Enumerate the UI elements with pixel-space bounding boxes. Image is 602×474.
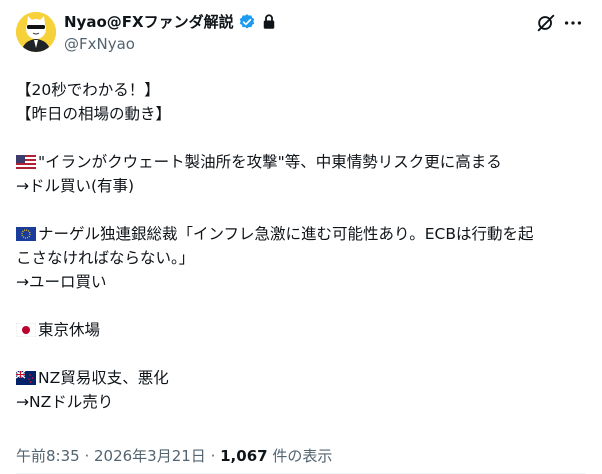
post-date[interactable]: 2026年3月21日 — [94, 447, 206, 465]
lock-icon — [260, 13, 278, 31]
text-line: →ドル買い(有事) — [16, 177, 135, 195]
author-display-name[interactable]: Nyao@FXファンダ解説 — [64, 12, 234, 32]
nz-flag-icon — [16, 371, 36, 385]
us-flag-icon — [16, 155, 36, 169]
post-text: 【20秒でわかる！】 【昨日の相場の動き】 "イランがクウェート製油所を攻撃"等… — [16, 78, 576, 414]
text-line: ナーゲル独連銀総裁「インフレ急激に進む可能性あり。ECBは行動を起 — [16, 222, 576, 246]
nz-headline: NZ貿易収支、悪化 — [38, 369, 169, 387]
post-meta: 午前8:35 · 2026年3月21日 · 1,067 件の表示 — [16, 446, 332, 466]
text-line: →NZドル売り — [16, 393, 114, 411]
us-headline: "イランがクウェート製油所を攻撃"等、中東情勢リスク更に高まる — [38, 153, 502, 171]
eu-flag-icon — [16, 227, 36, 241]
text-line: →ユーロ買い — [16, 273, 107, 291]
author-handle[interactable]: @FxNyao — [64, 34, 135, 54]
views-count[interactable]: 1,067 — [220, 447, 267, 465]
text-line: NZ貿易収支、悪化 — [16, 366, 576, 390]
post-time[interactable]: 午前8:35 — [16, 447, 80, 465]
views-label: 件の表示 — [267, 447, 333, 465]
text-line: 【20秒でわかる！】 — [16, 81, 160, 99]
author-row: Nyao@FXファンダ解説 — [64, 12, 278, 32]
text-line: "イランがクウェート製油所を攻撃"等、中東情勢リスク更に高まる — [16, 150, 576, 174]
jp-headline: 東京休場 — [38, 321, 101, 339]
jp-flag-icon — [16, 323, 36, 337]
text-line: 【昨日の相場の動き】 — [16, 105, 172, 123]
meta-separator: · — [205, 447, 221, 465]
verified-badge-icon[interactable] — [238, 13, 256, 31]
grok-icon[interactable] — [535, 12, 557, 34]
eu-headline: ナーゲル独連銀総裁「インフレ急激に進む可能性あり。ECBは行動を起 — [38, 225, 534, 243]
text-line: 東京休場 — [16, 318, 576, 342]
post: Nyao@FXファンダ解説 @FxNyao 【20秒でわかる！】 【昨日の相場の… — [0, 0, 602, 474]
meta-separator: · — [79, 447, 94, 465]
text-line: こさなければならない。」 — [16, 249, 195, 267]
more-icon[interactable] — [562, 12, 584, 34]
avatar[interactable] — [16, 12, 56, 52]
cat-avatar-icon — [16, 12, 56, 52]
